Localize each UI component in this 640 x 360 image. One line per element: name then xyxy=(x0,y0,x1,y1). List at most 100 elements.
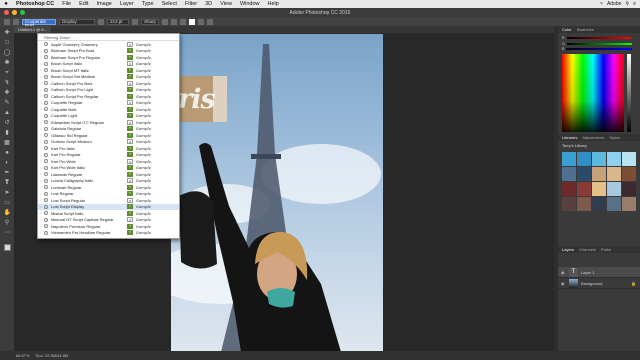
align-right-icon[interactable] xyxy=(180,18,186,25)
tab-color[interactable]: Color xyxy=(562,27,572,32)
slider-g[interactable]: G xyxy=(562,42,632,46)
history-brush-tool-icon[interactable]: ↺ xyxy=(4,120,11,127)
search-icon[interactable]: ⚲ xyxy=(625,1,629,7)
close-button[interactable] xyxy=(4,10,9,15)
library-swatch[interactable] xyxy=(607,197,621,211)
blur-tool-icon[interactable]: ● xyxy=(4,150,11,157)
font-family-field[interactable]: Cooperate Bold xyxy=(22,18,56,27)
healing-tool-icon[interactable]: ✚ xyxy=(4,90,11,97)
text-orientation-icon[interactable] xyxy=(13,18,19,25)
library-swatch[interactable] xyxy=(577,182,591,196)
zoom-button[interactable] xyxy=(20,10,25,15)
brightness-bar[interactable] xyxy=(627,54,631,132)
apple-icon[interactable]: ● xyxy=(0,1,12,7)
library-swatch[interactable] xyxy=(622,182,636,196)
menu-select[interactable]: Select xyxy=(158,1,181,7)
library-swatch[interactable] xyxy=(577,152,591,166)
align-left-icon[interactable] xyxy=(162,18,168,25)
menu-list-icon[interactable]: ≡ xyxy=(633,1,636,7)
adobe-label[interactable]: Adobe xyxy=(607,1,621,7)
stamp-tool-icon[interactable]: ▲ xyxy=(4,110,11,117)
library-swatch[interactable] xyxy=(577,197,591,211)
crop-tool-icon[interactable]: ⌖ xyxy=(4,70,11,77)
path-select-tool-icon[interactable]: ➤ xyxy=(4,190,11,197)
font-size-field[interactable]: 213 pt xyxy=(107,18,129,25)
library-swatch[interactable] xyxy=(592,182,606,196)
slider-r[interactable]: R xyxy=(562,36,632,40)
menu-help[interactable]: Help xyxy=(264,1,283,7)
eraser-tool-icon[interactable]: ▮ xyxy=(4,130,11,137)
warp-text-icon[interactable] xyxy=(198,18,204,25)
marquee-tool-icon[interactable]: □ xyxy=(4,40,11,47)
type-tool-icon[interactable] xyxy=(4,18,10,25)
move-tool-icon[interactable]: ✚ xyxy=(4,30,11,37)
library-swatch[interactable] xyxy=(562,182,576,196)
text-color-swatch[interactable] xyxy=(189,18,195,25)
color-picker-field[interactable] xyxy=(562,54,624,132)
font-dropdown[interactable]: Filtering Script... ☆ Apple Chancery Chan… xyxy=(37,33,180,239)
library-swatch[interactable] xyxy=(622,167,636,181)
dodge-tool-icon[interactable]: ◐ xyxy=(4,160,11,167)
tab-libraries[interactable]: Libraries xyxy=(562,135,577,140)
slider-b[interactable]: B xyxy=(562,47,632,51)
library-swatch[interactable] xyxy=(562,152,576,166)
more-tools-icon[interactable]: ⋯ xyxy=(4,230,11,237)
menu-image[interactable]: Image xyxy=(93,1,116,7)
library-swatch[interactable] xyxy=(607,182,621,196)
brush-tool-icon[interactable]: ✎ xyxy=(4,100,11,107)
menu-3d[interactable]: 3D xyxy=(201,1,216,7)
character-panel-icon[interactable] xyxy=(207,18,213,25)
menu-window[interactable]: Window xyxy=(236,1,264,7)
library-swatch[interactable] xyxy=(607,167,621,181)
zoom-tool-icon[interactable]: ⚲ xyxy=(4,220,11,227)
tab-swatches[interactable]: Swatches xyxy=(577,27,594,32)
gradient-tool-icon[interactable]: ▩ xyxy=(4,140,11,147)
menu-layer[interactable]: Layer xyxy=(116,1,138,7)
font-filter-header[interactable]: Filtering Script... xyxy=(38,34,179,41)
tab-styles[interactable]: Styles xyxy=(609,135,620,140)
eyedropper-tool-icon[interactable]: ↯ xyxy=(4,80,11,87)
font-style-field[interactable]: Display xyxy=(59,18,95,25)
tab-channels[interactable]: Channels xyxy=(579,247,596,252)
menu-file[interactable]: File xyxy=(58,1,75,7)
font-list-item[interactable]: ☆ Vietnamien Pro Headline Regular T Sample xyxy=(38,230,179,237)
layer-name[interactable]: Background xyxy=(581,281,602,286)
menu-app[interactable]: Photoshop CC xyxy=(12,1,58,7)
wifi-icon[interactable]: ≈ xyxy=(600,1,603,7)
tab-adjustments[interactable]: Adjustments xyxy=(582,135,604,140)
menu-filter[interactable]: Filter xyxy=(181,1,201,7)
library-swatch[interactable] xyxy=(622,197,636,211)
layer-name[interactable]: Layer 1 xyxy=(581,270,594,275)
library-swatch[interactable] xyxy=(562,167,576,181)
library-swatch[interactable] xyxy=(592,152,606,166)
menu-view[interactable]: View xyxy=(216,1,236,7)
quick-select-tool-icon[interactable]: ✱ xyxy=(4,60,11,67)
visibility-eye-icon[interactable]: ◉ xyxy=(561,270,566,275)
type-tool-icon[interactable]: T xyxy=(4,180,11,187)
visibility-eye-icon[interactable]: ◉ xyxy=(561,281,566,286)
antialias-field[interactable]: Sharp xyxy=(141,18,159,25)
library-swatch[interactable] xyxy=(592,197,606,211)
tab-paths[interactable]: Paths xyxy=(601,247,611,252)
window-controls xyxy=(4,10,25,15)
library-name[interactable]: Terry's Library xyxy=(558,141,640,150)
pen-tool-icon[interactable]: ✒ xyxy=(4,170,11,177)
library-swatch[interactable] xyxy=(622,152,636,166)
align-center-icon[interactable] xyxy=(171,18,177,25)
layer-row-text[interactable]: ◉ T Layer 1 xyxy=(558,267,640,278)
library-swatch[interactable] xyxy=(562,197,576,211)
minimize-button[interactable] xyxy=(12,10,17,15)
library-swatch[interactable] xyxy=(577,167,591,181)
library-swatch[interactable] xyxy=(592,167,606,181)
lasso-tool-icon[interactable]: ◯ xyxy=(4,50,11,57)
tab-layers[interactable]: Layers xyxy=(562,247,574,252)
document-tab[interactable]: Untitled-1 @ 6... xyxy=(14,26,51,33)
menu-type[interactable]: Type xyxy=(138,1,158,7)
menu-edit[interactable]: Edit xyxy=(75,1,92,7)
foreground-color-swatch[interactable] xyxy=(3,244,11,251)
layer-row-background[interactable]: ◉ Background 🔒 xyxy=(558,278,640,289)
zoom-level[interactable]: 66.67% xyxy=(16,353,30,358)
hand-tool-icon[interactable]: ✋ xyxy=(4,210,11,217)
library-swatch[interactable] xyxy=(607,152,621,166)
shape-tool-icon[interactable]: ▭ xyxy=(4,200,11,207)
